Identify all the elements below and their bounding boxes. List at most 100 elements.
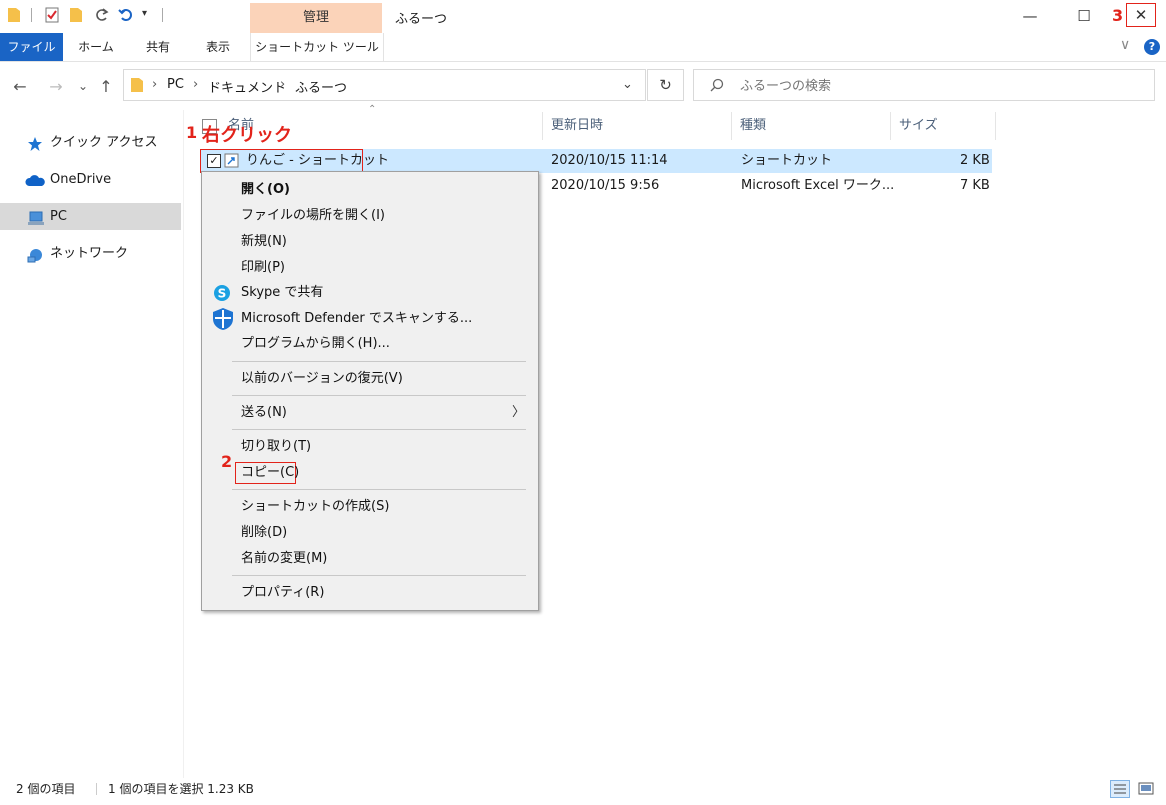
annotation-step3-number: 3 <box>1112 6 1124 25</box>
close-button[interactable]: ✕ <box>1126 3 1156 27</box>
menu-item-label: コピー(C) <box>241 465 300 480</box>
title-bar: ▾ 管理 ふるーつ — ☐ 3 ✕ <box>0 0 1166 33</box>
file-modified: 2020/10/15 9:56 <box>551 178 660 193</box>
sidebar-item-pc[interactable]: PC <box>0 203 181 230</box>
sidebar-item-label: OneDrive <box>50 172 112 187</box>
menu-item-label: プログラムから開く(H)... <box>241 336 390 351</box>
menu-item-label: 名前の変更(M) <box>241 551 328 566</box>
menu-item-open-with[interactable]: プログラムから開く(H)... <box>202 331 538 357</box>
menu-separator <box>232 429 526 430</box>
tab-home[interactable]: ホーム <box>68 33 124 61</box>
menu-item-open[interactable]: 開く(O) <box>202 177 538 203</box>
search-box[interactable] <box>693 69 1155 101</box>
customize-toolbar-icon[interactable]: ▾ <box>142 8 147 19</box>
sidebar-item-label: PC <box>50 209 67 224</box>
breadcrumb-documents[interactable]: ドキュメント <box>208 77 286 96</box>
details-view-icon[interactable] <box>1110 780 1130 798</box>
collapse-ribbon-icon[interactable]: ∨ <box>1120 37 1130 53</box>
file-type: Microsoft Excel ワーク... <box>741 178 895 193</box>
menu-item-label: 印刷(P) <box>241 260 285 275</box>
search-icon <box>710 78 724 95</box>
menu-item-new[interactable]: 新規(N) <box>202 229 538 255</box>
menu-item-properties[interactable]: プロパティ(R) <box>202 580 538 606</box>
column-header-modified[interactable]: 更新日時 <box>543 112 732 140</box>
tab-view[interactable]: 表示 <box>190 33 246 61</box>
menu-item-rename[interactable]: 名前の変更(M) <box>202 546 538 572</box>
address-bar[interactable]: › PC › ドキュメント › ふるーつ ⌄ <box>123 69 646 101</box>
manage-tab-label: 管理 <box>302 10 329 25</box>
folder-icon[interactable] <box>7 7 23 23</box>
undo-icon[interactable] <box>118 7 134 23</box>
manage-tab-group: 管理 <box>250 3 382 33</box>
row-checkbox[interactable]: ✓ <box>207 154 221 168</box>
breadcrumb-pc[interactable]: PC <box>167 77 184 92</box>
file-size: 2 KB <box>960 153 990 168</box>
annotation-step1-number: 1 <box>186 123 198 142</box>
chevron-right-icon: 〉 <box>512 405 526 420</box>
file-type: ショートカット <box>741 153 833 168</box>
star-icon <box>27 135 43 151</box>
status-divider <box>96 783 97 795</box>
menu-item-send-to[interactable]: 送る(N) 〉 <box>202 400 538 426</box>
breadcrumb-separator: › <box>280 77 286 92</box>
recent-locations-button[interactable]: ⌄ <box>73 79 93 93</box>
annotation-step1-text: 右クリック <box>202 125 292 146</box>
svg-text:S: S <box>218 287 227 301</box>
sidebar-item-onedrive[interactable]: OneDrive <box>0 166 181 193</box>
menu-item-skype-share[interactable]: S Skype で共有 <box>202 280 538 306</box>
breadcrumb-separator: › <box>152 77 158 92</box>
toolbar-divider <box>162 8 163 22</box>
menu-item-restore-versions[interactable]: 以前のバージョンの復元(V) <box>202 366 538 392</box>
menu-separator <box>232 489 526 490</box>
up-button[interactable]: ↑ <box>96 77 116 96</box>
file-modified: 2020/10/15 11:14 <box>551 153 668 168</box>
context-menu: 開く(O) ファイルの場所を開く(I) 新規(N) 印刷(P) S Skype … <box>201 171 539 611</box>
forward-button[interactable]: → <box>46 77 66 96</box>
new-folder-icon[interactable] <box>69 7 85 23</box>
table-row[interactable]: ✓ りんご - ショートカット 2020/10/15 11:14 ショートカット… <box>200 149 992 173</box>
menu-item-copy[interactable]: コピー(C) <box>202 460 538 486</box>
back-button[interactable]: ← <box>10 77 30 96</box>
menu-item-delete[interactable]: 削除(D) <box>202 520 538 546</box>
column-header-type[interactable]: 種類 <box>732 112 891 140</box>
minimize-button[interactable]: — <box>1018 6 1042 26</box>
toolbar-divider <box>31 8 32 22</box>
menu-item-label: 送る(N) <box>241 405 287 420</box>
menu-item-open-location[interactable]: ファイルの場所を開く(I) <box>202 203 538 229</box>
menu-item-print[interactable]: 印刷(P) <box>202 255 538 281</box>
navigation-pane: クイック アクセス OneDrive PC ネットワーク <box>0 110 184 778</box>
menu-item-cut[interactable]: 切り取り(T) <box>202 434 538 460</box>
help-icon[interactable]: ? <box>1144 39 1160 55</box>
refresh-button[interactable]: ↻ <box>647 69 684 101</box>
breadcrumb-current[interactable]: ふるーつ <box>295 77 347 96</box>
computer-icon <box>27 209 44 225</box>
ribbon-tabs: ファイル ホーム 共有 表示 ショートカット ツール ∨ ? <box>0 33 1166 62</box>
menu-item-label: 以前のバージョンの復元(V) <box>241 371 403 386</box>
menu-item-label: Skype で共有 <box>241 285 324 300</box>
column-header-size[interactable]: サイズ <box>891 112 996 140</box>
large-icons-view-icon[interactable] <box>1137 780 1155 805</box>
sidebar-item-label: クイック アクセス <box>50 135 158 150</box>
sidebar-item-label: ネットワーク <box>50 246 129 261</box>
menu-separator <box>232 361 526 362</box>
menu-item-label: ショートカットの作成(S) <box>241 499 390 514</box>
tab-shortcut-tools[interactable]: ショートカット ツール <box>250 33 384 61</box>
sidebar-item-quick-access[interactable]: クイック アクセス <box>0 129 181 156</box>
tab-share[interactable]: 共有 <box>130 33 186 61</box>
search-input[interactable] <box>738 76 1142 96</box>
address-dropdown-icon[interactable]: ⌄ <box>622 77 633 92</box>
menu-item-label: プロパティ(R) <box>241 585 325 600</box>
window-title: ふるーつ <box>395 12 448 27</box>
menu-item-create-shortcut[interactable]: ショートカットの作成(S) <box>202 494 538 520</box>
menu-item-label: 開く(O) <box>241 182 290 197</box>
status-bar: 2 個の項目 1 個の項目を選択 1.23 KB <box>0 778 1166 800</box>
properties-icon[interactable] <box>44 7 60 23</box>
redo-icon[interactable] <box>94 7 110 23</box>
breadcrumb-separator: › <box>193 77 199 92</box>
file-name: りんご - ショートカット <box>246 153 389 168</box>
sidebar-item-network[interactable]: ネットワーク <box>0 240 181 267</box>
menu-item-defender-scan[interactable]: Microsoft Defender でスキャンする... <box>202 306 538 332</box>
tab-file[interactable]: ファイル <box>0 33 63 61</box>
cloud-icon <box>25 172 45 188</box>
maximize-button[interactable]: ☐ <box>1072 6 1096 26</box>
